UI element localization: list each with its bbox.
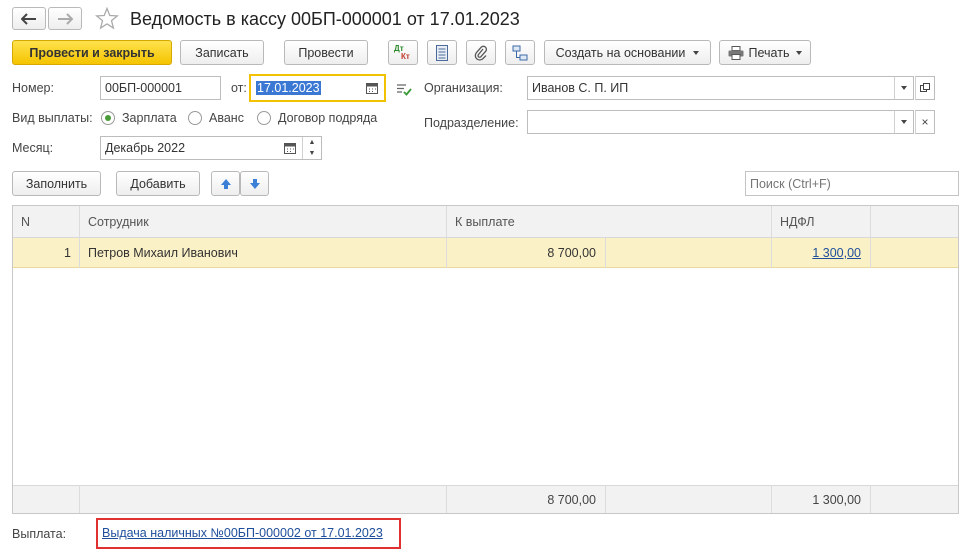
organization-open-button[interactable]: [915, 76, 935, 100]
payment-label: Выплата:: [12, 527, 67, 541]
radio-contract[interactable]: [257, 111, 271, 125]
move-down-button[interactable]: [240, 171, 269, 196]
total-to-pay: 8 700,00: [547, 493, 596, 507]
column-divider: [771, 206, 772, 268]
arrow-left-icon: [21, 12, 36, 25]
chevron-down-icon: [796, 50, 803, 55]
open-icon: [920, 83, 930, 92]
document-list-icon: [436, 44, 448, 61]
number-label: Номер:: [12, 81, 54, 95]
post-button[interactable]: Провести: [284, 40, 368, 65]
close-icon: ×: [921, 115, 929, 129]
search-input[interactable]: [745, 171, 959, 196]
forward-button[interactable]: [48, 7, 82, 30]
print-button[interactable]: Печать: [719, 40, 811, 65]
add-button[interactable]: Добавить: [116, 171, 200, 196]
spin-down-icon[interactable]: ▼: [303, 148, 321, 159]
spin-up-icon[interactable]: ▲: [303, 137, 321, 148]
month-label: Месяц:: [12, 141, 54, 155]
row-number: 1: [64, 246, 71, 260]
column-header-employee[interactable]: Сотрудник: [88, 206, 149, 238]
calendar-icon[interactable]: [284, 142, 296, 154]
row-to-pay: 8 700,00: [547, 246, 596, 260]
payment-type-label: Вид выплаты:: [12, 111, 93, 125]
division-label: Подразделение:: [424, 116, 519, 130]
column-divider: [605, 485, 606, 513]
row-ndfl-link[interactable]: 1 300,00: [812, 246, 861, 260]
chevron-down-icon: [901, 120, 907, 124]
create-based-on-button[interactable]: Создать на основании: [544, 40, 711, 65]
division-field[interactable]: [527, 110, 895, 134]
division-clear-button[interactable]: ×: [915, 110, 935, 134]
arrow-right-icon: [58, 12, 73, 25]
arrow-up-icon: [220, 178, 231, 189]
document-list-button[interactable]: [427, 40, 457, 65]
column-header-n[interactable]: N: [21, 206, 30, 238]
column-header-ndfl[interactable]: НДФЛ: [780, 206, 815, 238]
division-dropdown-button[interactable]: [894, 110, 914, 134]
fill-button[interactable]: Заполнить: [12, 171, 101, 196]
post-and-close-button[interactable]: Провести и закрыть: [12, 40, 172, 65]
employees-table: N Сотрудник К выплате НДФЛ 1 Петров Миха…: [12, 205, 959, 514]
paperclip-icon: [474, 45, 488, 61]
chevron-down-icon: [901, 86, 907, 90]
calendar-icon[interactable]: [366, 82, 378, 94]
month-spinner[interactable]: ▲ ▼: [302, 137, 321, 159]
column-divider: [870, 206, 871, 268]
radio-salary[interactable]: [101, 111, 115, 125]
back-button[interactable]: [12, 7, 46, 30]
dt-kt-icon: Дт Кт: [394, 43, 410, 61]
column-divider: [605, 238, 606, 268]
column-header-to-pay[interactable]: К выплате: [455, 206, 515, 238]
date-label: от:: [231, 81, 247, 95]
row-ndfl: 1 300,00: [713, 238, 861, 268]
radio-advance-label[interactable]: Аванс: [209, 111, 244, 125]
radio-advance[interactable]: [188, 111, 202, 125]
column-divider: [79, 485, 80, 513]
organization-field[interactable]: Иванов С. П. ИП: [527, 76, 895, 100]
organization-label: Организация:: [424, 81, 503, 95]
payment-document-link[interactable]: Выдача наличных №00БП-000002 от 17.01.20…: [102, 526, 383, 540]
organization-dropdown-button[interactable]: [894, 76, 914, 100]
date-value: 17.01.2023: [256, 81, 321, 95]
structure-icon: [512, 45, 528, 60]
attachment-button[interactable]: [466, 40, 496, 65]
radio-salary-label[interactable]: Зарплата: [122, 111, 177, 125]
arrow-down-icon: [249, 178, 260, 189]
column-divider: [79, 206, 80, 268]
row-employee: Петров Михаил Иванович: [88, 246, 238, 260]
save-button[interactable]: Записать: [180, 40, 264, 65]
chevron-down-icon: [693, 50, 700, 55]
radio-contract-label[interactable]: Договор подряда: [278, 111, 377, 125]
move-up-button[interactable]: [211, 171, 240, 196]
column-divider: [446, 206, 447, 268]
dt-kt-button[interactable]: Дт Кт: [388, 40, 418, 65]
page-title: Ведомость в кассу 00БП-000001 от 17.01.2…: [130, 9, 520, 29]
column-divider: [870, 485, 871, 513]
printer-icon: [728, 45, 744, 60]
structure-button[interactable]: [505, 40, 535, 65]
post-history-icon[interactable]: [396, 82, 412, 96]
total-ndfl: 1 300,00: [812, 493, 861, 507]
favorite-star-icon[interactable]: [95, 7, 119, 30]
number-field[interactable]: 00БП-000001: [100, 76, 221, 100]
